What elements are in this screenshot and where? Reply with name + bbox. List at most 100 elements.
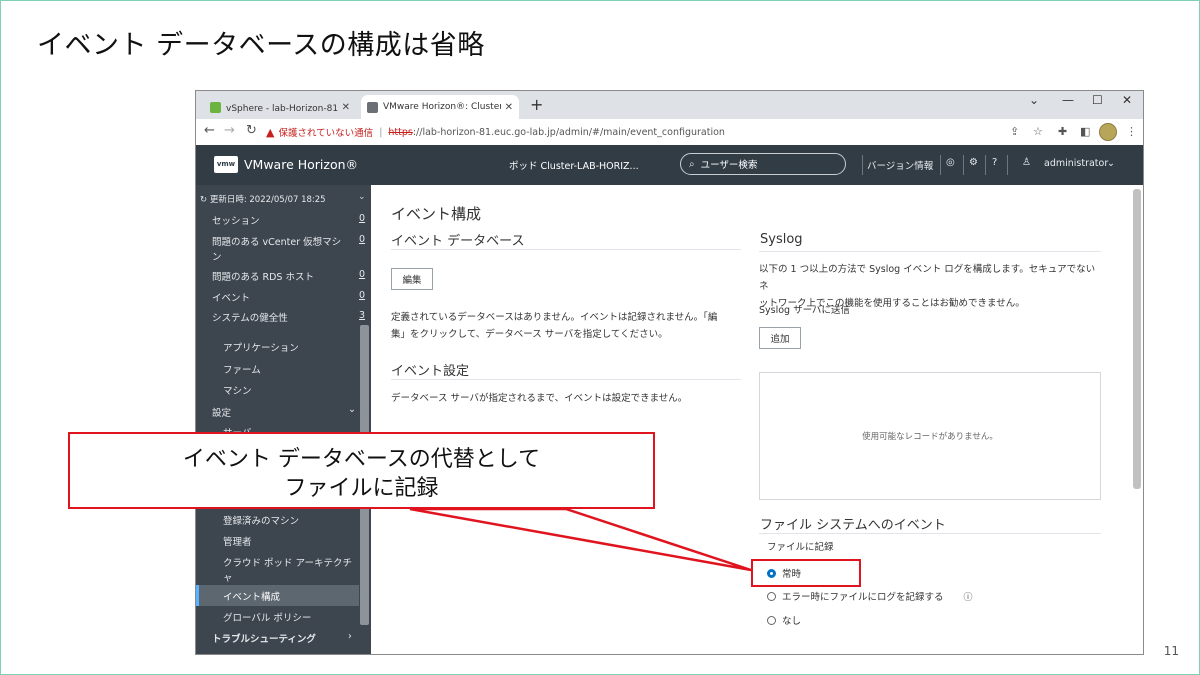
event-db-heading: イベント データベース — [391, 234, 525, 249]
header-divider — [985, 155, 986, 175]
edit-button[interactable]: 編集 — [391, 268, 433, 290]
user-search-input[interactable]: ⌕ ユーザー検索 — [680, 153, 846, 175]
menu-kebab-icon[interactable]: ⋮ — [1126, 125, 1137, 138]
minimize-button[interactable]: — — [1062, 93, 1074, 107]
vmware-logo: vmw — [214, 156, 238, 173]
sidebar-item-system-health[interactable]: システムの健全性 — [212, 310, 362, 324]
url-separator: | — [379, 126, 383, 138]
help-icon[interactable]: ? — [992, 157, 997, 168]
event-settings-heading: イベント設定 — [391, 364, 470, 379]
back-arrow-icon[interactable]: ← — [204, 123, 215, 138]
address-bar: ← → ↻ ▲ 保護されていない通信 | https ://lab-horizo… — [196, 119, 1143, 146]
radio-none[interactable]: なし — [767, 613, 801, 627]
radio-on-error[interactable]: エラー時にファイルにログを記録する ⓘ — [767, 589, 973, 603]
event-settings-description: データベース サーバが指定されるまで、イベントは設定できません。 — [391, 393, 688, 404]
tab-search-chevron-icon[interactable]: ⌄ — [1029, 93, 1039, 107]
tab-strip: vSphere - lab-Horizon-81 - サマリ ✕ VMware … — [196, 91, 1143, 119]
tab-title: VMware Horizon®: Cluster-LAB-… — [383, 102, 501, 112]
side-panel-icon[interactable]: ◧ — [1080, 125, 1090, 138]
header-divider — [940, 155, 941, 175]
forward-arrow-icon[interactable]: → — [224, 123, 235, 138]
content-scrollbar[interactable] — [1133, 189, 1141, 489]
slide-title: イベント データベースの構成は省略 — [37, 30, 485, 61]
bookmark-star-icon[interactable]: ☆ — [1033, 125, 1043, 138]
sidebar-item-event-configuration[interactable]: イベント構成 — [223, 589, 280, 603]
add-syslog-button[interactable]: 追加 — [759, 327, 801, 349]
sidebar-count-events[interactable]: 0 — [359, 290, 365, 301]
browser-window: vSphere - lab-Horizon-81 - サマリ ✕ VMware … — [195, 90, 1144, 655]
info-icon[interactable]: ⓘ — [964, 590, 973, 603]
maximize-button[interactable]: ☐ — [1092, 93, 1103, 107]
troubleshooting-chevron-icon[interactable]: › — [348, 631, 352, 642]
header-divider — [963, 155, 964, 175]
sidebar-count-system-health[interactable]: 3 — [359, 310, 365, 321]
pod-name: ポッド Cluster-LAB-HORIZ... — [509, 161, 639, 172]
profile-avatar[interactable] — [1099, 123, 1117, 141]
event-db-description-line2: 集」をクリックして、データベース サーバを指定してください。 — [391, 329, 668, 340]
event-db-description: 定義されているデータベースはありません。イベントは記録されません。「編 集」をク… — [391, 309, 741, 343]
syslog-send-label: Syslog サーバに送信 — [759, 305, 851, 316]
sidebar: ↻ 更新日時: 2022/05/07 18:25 ⌄ セッション 0 問題のある… — [196, 185, 371, 654]
sidebar-count-sessions[interactable]: 0 — [359, 213, 365, 224]
security-status[interactable]: 保護されていない通信 — [278, 125, 373, 139]
vmware-favicon-icon — [367, 101, 378, 113]
radio-on-error-label: エラー時にファイルにログを記録する — [782, 592, 944, 603]
sidebar-section-settings[interactable]: 設定 — [212, 405, 362, 419]
radio-unselected-icon — [767, 591, 776, 601]
url-scheme: https — [388, 126, 413, 138]
messages-icon[interactable]: ◎ — [946, 157, 955, 168]
sidebar-item-farms[interactable]: ファーム — [223, 362, 261, 376]
sidebar-item-cloud-pod-architecture-wrap: ャ — [223, 573, 233, 584]
sidebar-item-cloud-pod-architecture[interactable]: クラウド ポッド アーキテクチ — [223, 555, 352, 569]
sidebar-count-problem-vcenter-vms[interactable]: 0 — [359, 234, 365, 245]
sidebar-section-troubleshooting[interactable]: トラブルシューティング — [212, 631, 362, 645]
sidebar-item-events[interactable]: イベント — [212, 290, 362, 304]
close-tab-icon[interactable]: ✕ — [342, 102, 350, 113]
syslog-heading: Syslog — [760, 232, 803, 247]
user-icon: ♙ — [1022, 157, 1031, 168]
header-divider — [862, 155, 863, 175]
sidebar-item-problem-rds-hosts[interactable]: 問題のある RDS ホスト — [212, 269, 362, 283]
close-tab-icon[interactable]: ✕ — [505, 102, 513, 113]
sidebar-item-machines[interactable]: マシン — [223, 383, 252, 397]
extensions-puzzle-icon[interactable]: ✚ — [1058, 125, 1067, 138]
version-info-link[interactable]: バージョン情報 — [867, 158, 933, 172]
settings-chevron-icon[interactable]: ⌄ — [348, 404, 356, 415]
sidebar-item-administrators[interactable]: 管理者 — [223, 534, 252, 548]
syslog-divider — [759, 251, 1101, 252]
sidebar-item-applications[interactable]: アプリケーション — [223, 340, 299, 354]
sidebar-count-problem-rds-hosts[interactable]: 0 — [359, 269, 365, 280]
user-menu-chevron-icon[interactable]: ⌄ — [1107, 158, 1115, 169]
tab-vsphere[interactable]: vSphere - lab-Horizon-81 - サマリ ✕ — [204, 95, 356, 119]
new-tab-button[interactable]: + — [530, 95, 543, 114]
page-number: 11 — [1163, 644, 1179, 658]
sidebar-item-problem-vcenter-vms[interactable]: 問題のある vCenter 仮想マシ — [212, 234, 362, 248]
header-divider — [1007, 155, 1008, 175]
search-placeholder: ユーザー検索 — [700, 160, 758, 171]
collapse-chevron-icon[interactable]: ⌄ — [358, 192, 366, 202]
brand-title: VMware Horizon® — [244, 157, 359, 172]
sidebar-updated[interactable]: ↻ 更新日時: 2022/05/07 18:25 — [200, 193, 326, 205]
user-menu[interactable]: administrator — [1044, 158, 1108, 169]
share-icon[interactable]: ⇪ — [1010, 125, 1019, 138]
file-system-heading: ファイル システムへのイベント — [760, 518, 946, 533]
sidebar-item-registered-machines[interactable]: 登録済みのマシン — [223, 513, 299, 527]
vsphere-favicon-icon — [210, 101, 221, 113]
horizon-header: vmw VMware Horizon® ポッド Cluster-LAB-HORI… — [196, 145, 1143, 185]
close-window-button[interactable]: ✕ — [1122, 93, 1132, 107]
refresh-icon[interactable]: ↻ — [200, 195, 207, 205]
sidebar-item-global-policies[interactable]: グローバル ポリシー — [223, 610, 311, 624]
gear-icon[interactable]: ⚙ — [969, 157, 978, 168]
sidebar-item-problem-vcenter-vms-wrap: ン — [212, 252, 222, 263]
radio-none-label: なし — [782, 616, 802, 627]
reload-icon[interactable]: ↻ — [246, 123, 257, 138]
radio-unselected-icon — [767, 615, 776, 625]
syslog-records-table: 使用可能なレコードがありません。 — [759, 372, 1101, 500]
sidebar-item-sessions[interactable]: セッション — [212, 213, 362, 227]
highlight-always-option — [751, 559, 861, 587]
updated-text: 更新日時: 2022/05/07 18:25 — [209, 195, 326, 205]
tab-title: vSphere - lab-Horizon-81 - サマリ — [226, 103, 338, 114]
tab-horizon[interactable]: VMware Horizon®: Cluster-LAB-… ✕ — [361, 95, 519, 119]
callout-line2: ファイルに記録 — [284, 476, 439, 501]
url-field[interactable]: ▲ 保護されていない通信 | https ://lab-horizon-81.e… — [266, 123, 996, 141]
